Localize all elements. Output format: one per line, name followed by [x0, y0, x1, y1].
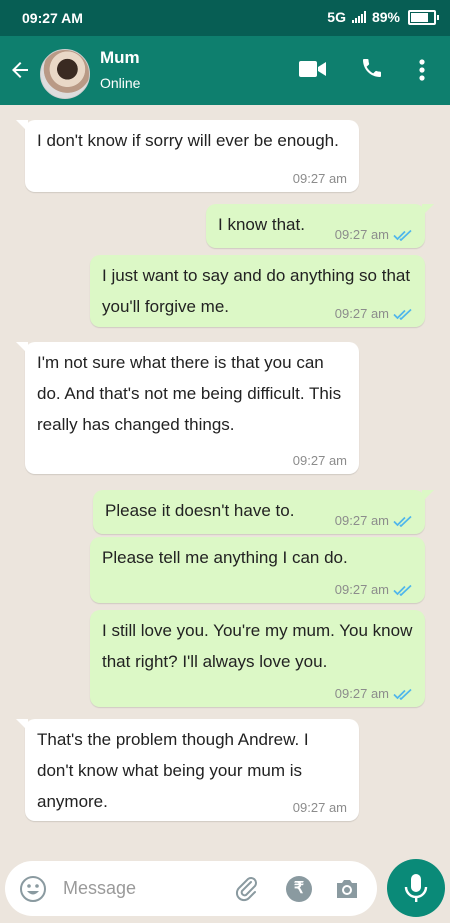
message-text: That's the problem though Andrew. I don'… — [37, 730, 309, 811]
message-time: 09:27 am — [292, 453, 347, 468]
message-meta: 09:27 am — [293, 454, 347, 468]
message-meta: 09:27 am — [293, 172, 347, 186]
message-meta: 09:27 am — [335, 583, 413, 597]
status-indicators: 5G 89% — [327, 9, 439, 25]
camera-icon[interactable] — [333, 875, 361, 903]
status-time: 09:27 AM — [22, 10, 83, 26]
back-arrow-icon[interactable] — [8, 58, 32, 82]
message-meta: 09:27 am — [335, 514, 413, 528]
message-time: 09:27 am — [334, 686, 389, 701]
double-tick-icon — [393, 688, 412, 700]
message-time: 09:27 am — [334, 513, 389, 528]
message-text: I don't know if sorry will ever be enoug… — [37, 131, 339, 150]
incoming-message[interactable]: I don't know if sorry will ever be enoug… — [16, 120, 359, 192]
message-meta: 09:27 am — [335, 228, 413, 242]
emoji-icon[interactable] — [19, 875, 47, 903]
message-text: Please it doesn't have to. — [105, 501, 295, 520]
message-list[interactable]: I don't know if sorry will ever be enoug… — [0, 105, 450, 853]
phone-icon[interactable] — [360, 56, 384, 80]
incoming-message[interactable]: I'm not sure what there is that you can … — [16, 342, 359, 474]
double-tick-icon — [393, 308, 412, 320]
avatar[interactable] — [40, 49, 90, 99]
message-time: 09:27 am — [292, 171, 347, 186]
message-text: I know that. — [218, 215, 305, 234]
outgoing-message[interactable]: I still love you. You're my mum. You kno… — [90, 610, 425, 707]
contact-name[interactable]: Mum — [100, 48, 140, 68]
video-call-icon[interactable] — [299, 59, 327, 79]
message-text: I still love you. You're my mum. You kno… — [102, 621, 413, 671]
double-tick-icon — [393, 584, 412, 596]
attach-icon[interactable] — [233, 874, 261, 902]
message-text: Please tell me anything I can do. — [102, 548, 348, 567]
mic-icon — [404, 874, 428, 902]
mic-button[interactable] — [387, 859, 445, 917]
contact-status: Online — [100, 75, 141, 91]
rupee-icon[interactable]: ₹ — [286, 876, 312, 902]
message-meta: 09:27 am — [335, 687, 413, 701]
outgoing-message[interactable]: Please it doesn't have to. 09:27 am — [93, 490, 434, 534]
outgoing-message[interactable]: I just want to say and do anything so th… — [90, 255, 425, 327]
battery-icon — [408, 9, 439, 25]
signal-icon — [351, 11, 366, 23]
outgoing-message[interactable]: Please tell me anything I can do. 09:27 … — [90, 537, 425, 603]
double-tick-icon — [393, 229, 412, 241]
message-time: 09:27 am — [334, 227, 389, 242]
network-label: 5G — [327, 9, 346, 25]
message-time: 09:27 am — [334, 306, 389, 321]
battery-label: 89% — [371, 9, 400, 25]
message-time: 09:27 am — [292, 800, 347, 815]
chat-header: Mum Online — [0, 36, 450, 105]
message-time: 09:27 am — [334, 582, 389, 597]
message-composer: Message ₹ — [5, 861, 377, 916]
more-vert-icon[interactable] — [418, 58, 426, 82]
message-input[interactable]: Message — [63, 878, 136, 899]
message-meta: 09:27 am — [293, 801, 347, 815]
message-meta: 09:27 am — [335, 307, 413, 321]
status-bar: 09:27 AM 5G 89% — [0, 0, 450, 36]
outgoing-message[interactable]: I know that. 09:27 am — [206, 204, 434, 248]
incoming-message[interactable]: That's the problem though Andrew. I don'… — [16, 719, 359, 821]
message-text: I'm not sure what there is that you can … — [37, 353, 342, 434]
double-tick-icon — [393, 515, 412, 527]
